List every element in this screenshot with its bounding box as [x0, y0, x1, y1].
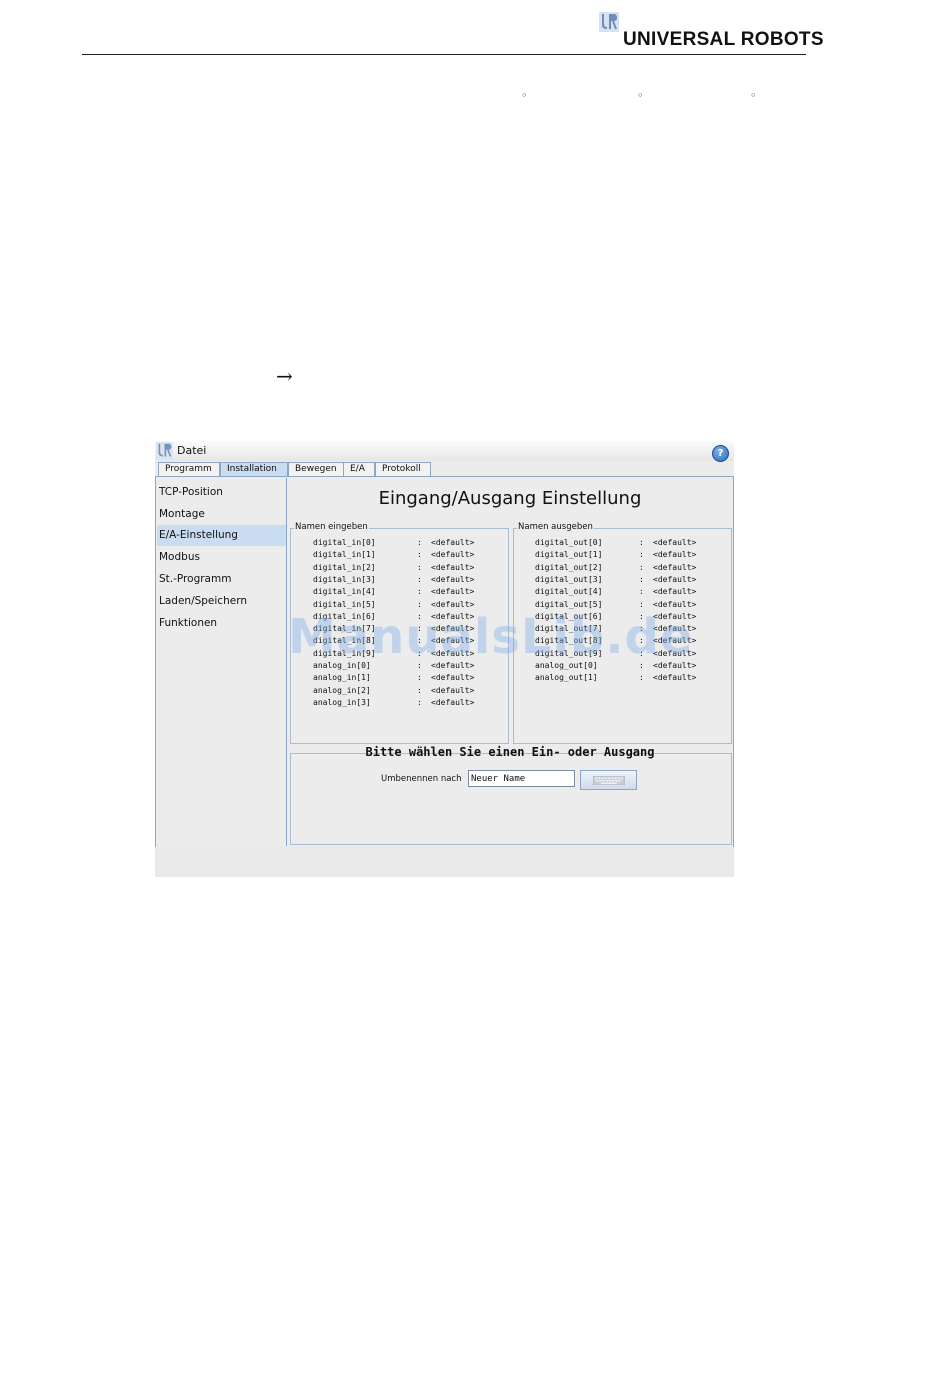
io-assigned-name: <default> — [653, 562, 697, 572]
degree-mark: ◦ — [750, 89, 757, 102]
io-assigned-name: <default> — [653, 538, 697, 547]
io-separator: : — [417, 574, 422, 584]
io-separator: : — [417, 685, 422, 695]
degree-mark: ◦ — [521, 89, 528, 102]
rename-label: Umbenennen nach — [381, 774, 462, 784]
io-assigned-name: <default> — [653, 550, 697, 560]
degree-mark: ◦ — [637, 89, 644, 102]
io-signal-name: digital_out[3] — [535, 574, 603, 584]
io-name-row[interactable]: digital_in[2]: <default> — [313, 562, 503, 574]
io-signal-name: digital_in[2] — [313, 562, 376, 572]
title-bar: Datei ? — [155, 441, 734, 462]
io-assigned-name: <default> — [431, 574, 475, 584]
io-name-row[interactable]: analog_in[1]: <default> — [313, 672, 503, 684]
io-assigned-name: <default> — [431, 562, 475, 572]
io-signal-name: analog_out[1] — [535, 673, 598, 683]
page-title: Eingang/Ausgang Einstellung — [378, 488, 642, 509]
io-name-row[interactable]: analog_out[1]: <default> — [535, 672, 725, 684]
sidebar-item-ea-einstellung[interactable]: E/A-Einstellung — [157, 525, 286, 546]
tab-protokoll[interactable]: Protokoll — [375, 462, 431, 476]
io-signal-name: digital_in[3] — [313, 574, 376, 584]
io-signal-name: analog_in[2] — [313, 685, 371, 695]
tab-bewegen[interactable]: Bewegen — [288, 462, 344, 476]
sidebar: TCP-Position Montage E/A-Einstellung Mod… — [157, 478, 287, 846]
tab-programm[interactable]: Programm — [158, 462, 220, 476]
sidebar-item-montage[interactable]: Montage — [157, 504, 286, 525]
io-assigned-name: <default> — [431, 697, 475, 707]
io-name-row[interactable]: digital_out[1]: <default> — [535, 549, 725, 561]
help-icon[interactable]: ? — [712, 445, 729, 462]
io-signal-name: analog_in[3] — [313, 697, 371, 707]
io-separator: : — [639, 574, 644, 584]
keyboard-icon — [593, 776, 625, 785]
header-rule — [82, 54, 806, 55]
io-name-row[interactable]: digital_out[4]: <default> — [535, 586, 725, 598]
io-signal-name: digital_in[4] — [313, 587, 376, 597]
io-signal-name: analog_in[1] — [313, 673, 371, 683]
keyboard-button[interactable] — [580, 770, 637, 790]
io-separator: : — [417, 697, 422, 707]
io-separator: : — [639, 587, 644, 597]
io-signal-name: digital_in[0] — [313, 538, 376, 547]
io-signal-name: digital_out[4] — [535, 587, 603, 597]
io-assigned-name: <default> — [431, 550, 475, 560]
io-name-row[interactable]: digital_in[1]: <default> — [313, 549, 503, 561]
rename-group — [290, 753, 732, 845]
status-bar — [155, 847, 734, 877]
io-name-row[interactable]: analog_in[3]: <default> — [313, 697, 503, 709]
brand-name: UNIVERSAL ROBOTS — [623, 29, 824, 50]
io-signal-name: digital_out[1] — [535, 550, 603, 560]
io-separator: : — [417, 550, 422, 560]
io-assigned-name: <default> — [653, 574, 697, 584]
io-signal-name: digital_in[1] — [313, 550, 376, 560]
sidebar-item-laden-speichern[interactable]: Laden/Speichern — [157, 591, 286, 612]
io-assigned-name: <default> — [431, 673, 475, 683]
io-name-row[interactable]: digital_in[3]: <default> — [313, 574, 503, 586]
io-separator: : — [417, 562, 422, 572]
arrow-icon: → — [276, 364, 293, 388]
tab-ea[interactable]: E/A — [343, 462, 375, 476]
io-name-row[interactable]: analog_in[2]: <default> — [313, 685, 503, 697]
io-signal-name: digital_out[0] — [535, 538, 603, 547]
group-title: Namen eingeben — [294, 522, 369, 532]
group-title: Namen ausgeben — [517, 522, 594, 532]
io-assigned-name: <default> — [653, 587, 697, 597]
io-separator: : — [417, 587, 422, 597]
io-name-row[interactable]: digital_out[2]: <default> — [535, 562, 725, 574]
io-name-row[interactable]: digital_out[0]: <default> — [535, 537, 725, 549]
sidebar-item-tcp-position[interactable]: TCP-Position — [157, 482, 286, 503]
io-assigned-name: <default> — [431, 587, 475, 597]
rename-input[interactable] — [468, 770, 575, 787]
io-separator: : — [639, 562, 644, 572]
io-assigned-name: <default> — [431, 538, 475, 547]
ur-logo-icon — [156, 442, 173, 459]
io-separator: : — [639, 673, 644, 683]
io-assigned-name: <default> — [431, 685, 475, 695]
sidebar-item-modbus[interactable]: Modbus — [157, 547, 286, 568]
io-signal-name: digital_out[2] — [535, 562, 603, 572]
io-separator: : — [639, 538, 644, 547]
sidebar-item-st-programm[interactable]: St.-Programm — [157, 569, 286, 590]
io-name-row[interactable]: digital_out[3]: <default> — [535, 574, 725, 586]
io-name-row[interactable]: digital_in[4]: <default> — [313, 586, 503, 598]
file-menu[interactable]: Datei — [177, 444, 206, 457]
io-separator: : — [639, 550, 644, 560]
io-separator: : — [417, 673, 422, 683]
io-separator: : — [417, 538, 422, 547]
ur-logo-icon — [599, 12, 619, 32]
watermark: ManualsLib.de — [288, 609, 694, 665]
io-assigned-name: <default> — [653, 673, 697, 683]
select-prompt: Bitte wählen Sie einen Ein- oder Ausgang — [365, 745, 655, 759]
tab-installation[interactable]: Installation — [220, 462, 288, 476]
sidebar-item-funktionen[interactable]: Funktionen — [157, 613, 286, 634]
io-name-row[interactable]: digital_in[0]: <default> — [313, 537, 503, 549]
